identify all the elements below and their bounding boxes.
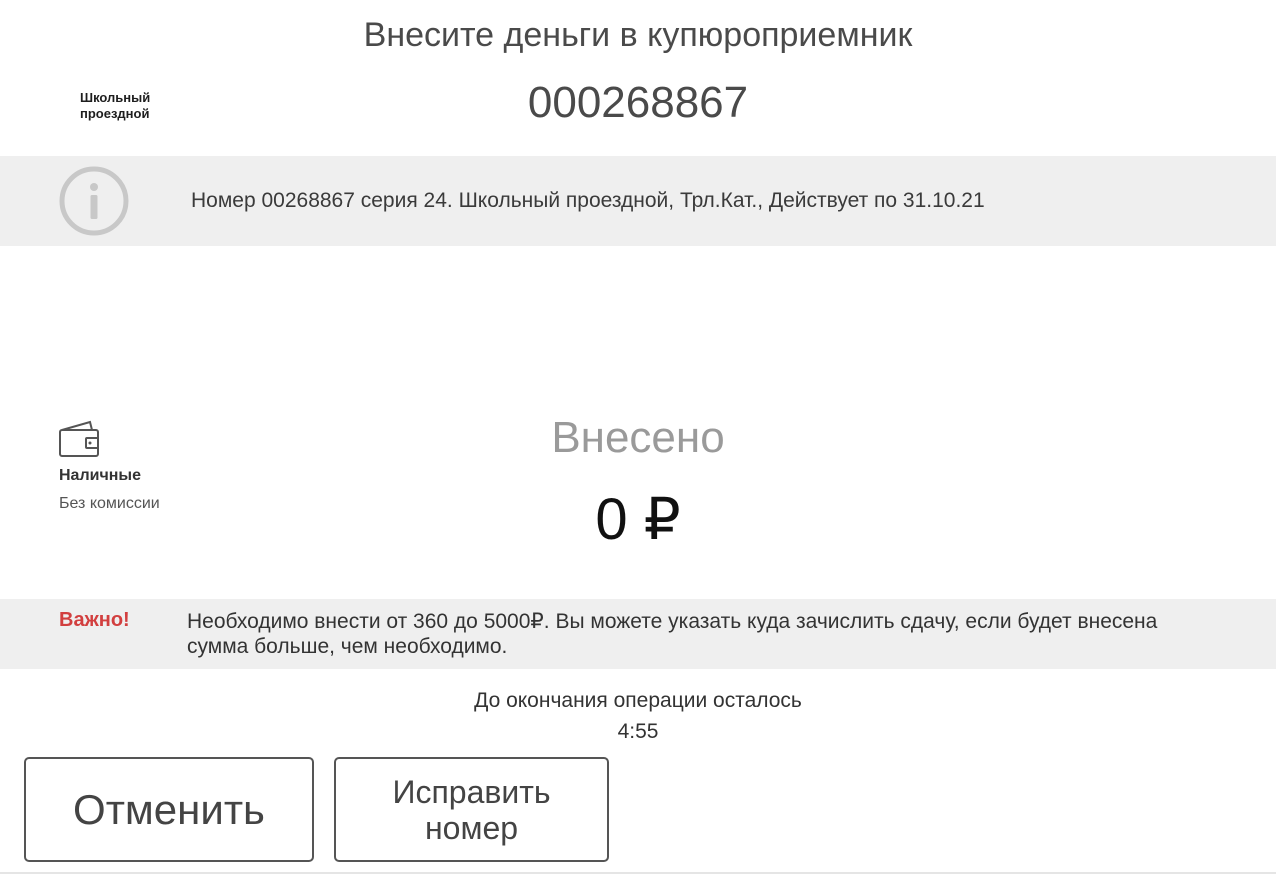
bottom-divider [0,872,1276,874]
page-title: Внесите деньги в купюроприемник [363,16,913,54]
edit-number-button[interactable]: Исправить номер [334,757,609,862]
timer-value: 4:55 [617,720,659,743]
payment-method-label: Наличные [59,467,141,484]
account-number: 000268867 [527,78,749,127]
deposited-amount: 0 ₽ [595,487,681,552]
notice-label: Важно! [59,609,130,631]
info-icon [59,166,129,236]
edit-number-button-label: Исправить номер [392,773,551,846]
notice-text: Необходимо внести от 360 до 5000₽. Вы мо… [187,610,1158,658]
payment-screen: Внесите деньги в купюроприемник Школьный… [0,0,1276,876]
ticket-info-text: Номер 00268867 серия 24. Школьный проезд… [191,189,985,212]
cancel-button[interactable]: Отменить [24,757,314,862]
timer-label: До окончания операции осталось [474,689,802,712]
deposited-label: Внесено [551,413,725,462]
notice-bar: Важно! Необходимо внести от 360 до 5000₽… [0,599,1276,669]
info-bar: Номер 00268867 серия 24. Школьный проезд… [0,156,1276,246]
